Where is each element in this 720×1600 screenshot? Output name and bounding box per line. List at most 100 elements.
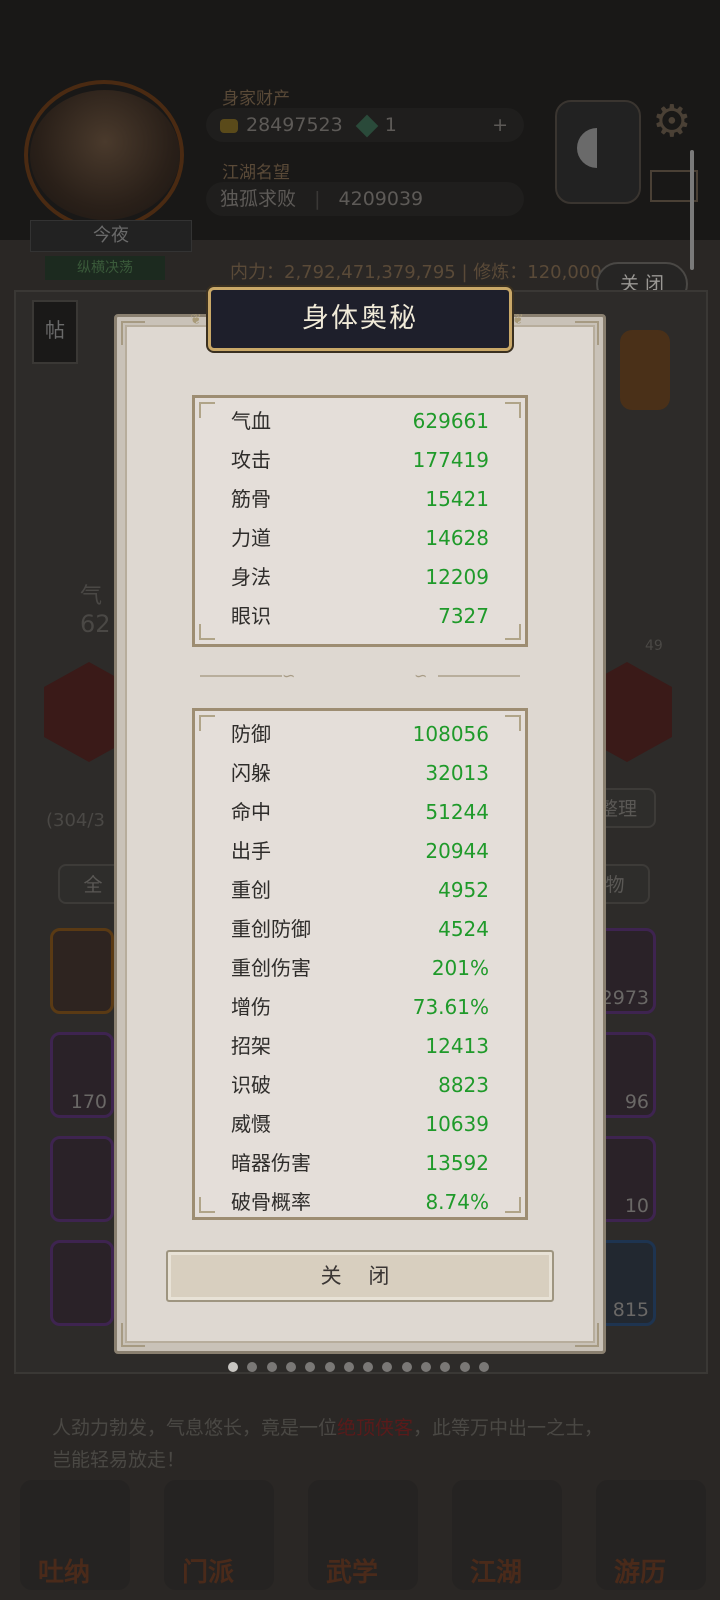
stat-row: 筋骨 15421 xyxy=(231,480,489,519)
stat-row: 重创伤害 201% xyxy=(231,949,489,988)
inventory-item[interactable] xyxy=(50,1240,114,1326)
left-stat-label: 气 xyxy=(80,584,103,609)
stat-row: 防御 108056 xyxy=(231,715,489,754)
page-dot[interactable] xyxy=(228,1362,238,1372)
player-title: 纵横决荡 xyxy=(45,256,165,280)
modal-title: 身体奥秘 xyxy=(302,303,418,334)
stat-value: 8.74% xyxy=(425,1190,489,1214)
corner-ornament xyxy=(505,715,521,731)
stat-value: 32013 xyxy=(425,761,489,785)
stat-label: 力道 xyxy=(231,526,271,550)
stat-row: 身法 12209 xyxy=(231,558,489,597)
stat-label: 重创伤害 xyxy=(231,956,311,980)
stat-value: 4524 xyxy=(438,917,489,941)
corner-ornament xyxy=(199,624,215,640)
item-count: 10 xyxy=(624,1195,649,1217)
stat-value: 73.61% xyxy=(412,995,489,1019)
page-dot[interactable] xyxy=(266,1362,277,1372)
page-dot[interactable] xyxy=(421,1362,431,1372)
stat-value: 51244 xyxy=(425,800,489,824)
stat-label: 威慑 xyxy=(231,1112,271,1136)
stat-row: 重创防御 4524 xyxy=(231,910,489,949)
corner-ornament xyxy=(575,321,599,345)
corner-ornament xyxy=(575,1323,599,1347)
stat-label: 重创 xyxy=(231,878,271,902)
stat-row: 眼识 7327 xyxy=(231,597,489,636)
stat-label: 命中 xyxy=(231,800,271,824)
desc-line2: 岂能轻易放走！ xyxy=(52,1449,186,1471)
stat-value: 10639 xyxy=(425,1112,489,1136)
stat-label: 身法 xyxy=(231,565,271,589)
stat-value: 8823 xyxy=(438,1073,489,1097)
tie-button[interactable]: 帖 xyxy=(32,300,78,364)
stat-value: 13592 xyxy=(425,1151,489,1175)
reputation-value: 4209039 xyxy=(338,188,424,210)
page-dot[interactable] xyxy=(401,1362,412,1372)
stat-row: 威慑 10639 xyxy=(231,1105,489,1144)
desc-part: ，此等万中出一之士， xyxy=(413,1417,604,1439)
nav-label: 门派 xyxy=(182,1558,235,1588)
stat-row: 出手 20944 xyxy=(231,832,489,871)
divider-line xyxy=(200,675,282,677)
inventory-item[interactable] xyxy=(50,1136,114,1222)
title-wing-right: ❦ xyxy=(512,312,524,328)
stat-row: 暗器伤害 13592 xyxy=(231,1144,489,1183)
stat-label: 闪躲 xyxy=(231,761,271,785)
stat-row: 重创 4952 xyxy=(231,871,489,910)
stat-label: 识破 xyxy=(231,1073,271,1097)
inventory-item[interactable]: 170 xyxy=(50,1032,114,1118)
stat-label: 破骨概率 xyxy=(231,1190,311,1214)
stat-label: 攻击 xyxy=(231,448,271,472)
scrollbar[interactable] xyxy=(690,150,694,270)
add-currency-button[interactable]: + xyxy=(492,108,508,142)
side-number: 49 xyxy=(645,638,663,654)
stat-label: 重创防御 xyxy=(231,917,311,941)
corner-ornament xyxy=(505,624,521,640)
stat-row: 气血 629661 xyxy=(231,402,489,441)
inventory-item[interactable] xyxy=(50,928,114,1014)
gem-count: 1 xyxy=(384,114,397,136)
corner-ornament xyxy=(505,402,521,418)
stat-label: 气血 xyxy=(231,409,271,433)
taiji-icon xyxy=(577,128,617,168)
nav-label: 游历 xyxy=(614,1558,667,1588)
close-button[interactable]: 关 闭 xyxy=(166,1250,554,1302)
divider-ornament: ∽ xyxy=(414,666,428,685)
lantern-icon[interactable] xyxy=(620,330,670,410)
corner-ornament xyxy=(505,1197,521,1213)
page-dot[interactable] xyxy=(285,1362,296,1372)
stat-row: 力道 14628 xyxy=(231,519,489,558)
page-dot[interactable] xyxy=(459,1362,470,1372)
gem-icon xyxy=(355,114,379,137)
stat-value: 4952 xyxy=(438,878,489,902)
stat-label: 防御 xyxy=(231,722,271,746)
page-dot[interactable] xyxy=(324,1362,335,1372)
stat-label: 筋骨 xyxy=(231,487,271,511)
corner-ornament xyxy=(199,715,215,731)
avatar[interactable] xyxy=(30,90,180,220)
title-wing-left: ❦ xyxy=(190,312,202,328)
stat-value: 629661 xyxy=(412,409,489,433)
reputation-box: 独孤求败 | 4209039 xyxy=(206,182,524,216)
page-dot[interactable] xyxy=(343,1362,354,1372)
stat-value: 14628 xyxy=(425,526,489,550)
nav-label: 吐纳 xyxy=(38,1558,91,1588)
inventory-progress: (304/3 xyxy=(46,810,105,831)
stat-row: 闪躲 32013 xyxy=(231,754,489,793)
nav-label: 武学 xyxy=(326,1558,379,1588)
corner-ornament xyxy=(121,1323,145,1347)
gear-icon[interactable]: ⚙ xyxy=(652,96,691,147)
secondary-stats-panel[interactable]: 防御 108056 闪躲 32013 命中 51244 出手 20944 重创 4952 重创防御 4… xyxy=(192,708,528,1220)
stat-label: 出手 xyxy=(231,839,271,863)
stat-value: 12209 xyxy=(425,565,489,589)
reputation-title: 独孤求败 xyxy=(220,188,297,210)
player-name: 今夜 xyxy=(30,220,192,252)
stat-value: 201% xyxy=(431,956,489,980)
desc-part: 人劲力勃发，气息悠长，竟是一位 xyxy=(52,1417,338,1439)
internal-power-info: 内力：2,792,471,379,795 | 修炼：120,000 xyxy=(230,262,602,283)
item-count: 170 xyxy=(70,1091,107,1113)
page-dot[interactable] xyxy=(478,1362,489,1372)
taiji-button[interactable] xyxy=(555,100,641,204)
corner-ornament xyxy=(199,1197,215,1213)
stat-label: 招架 xyxy=(231,1034,271,1058)
